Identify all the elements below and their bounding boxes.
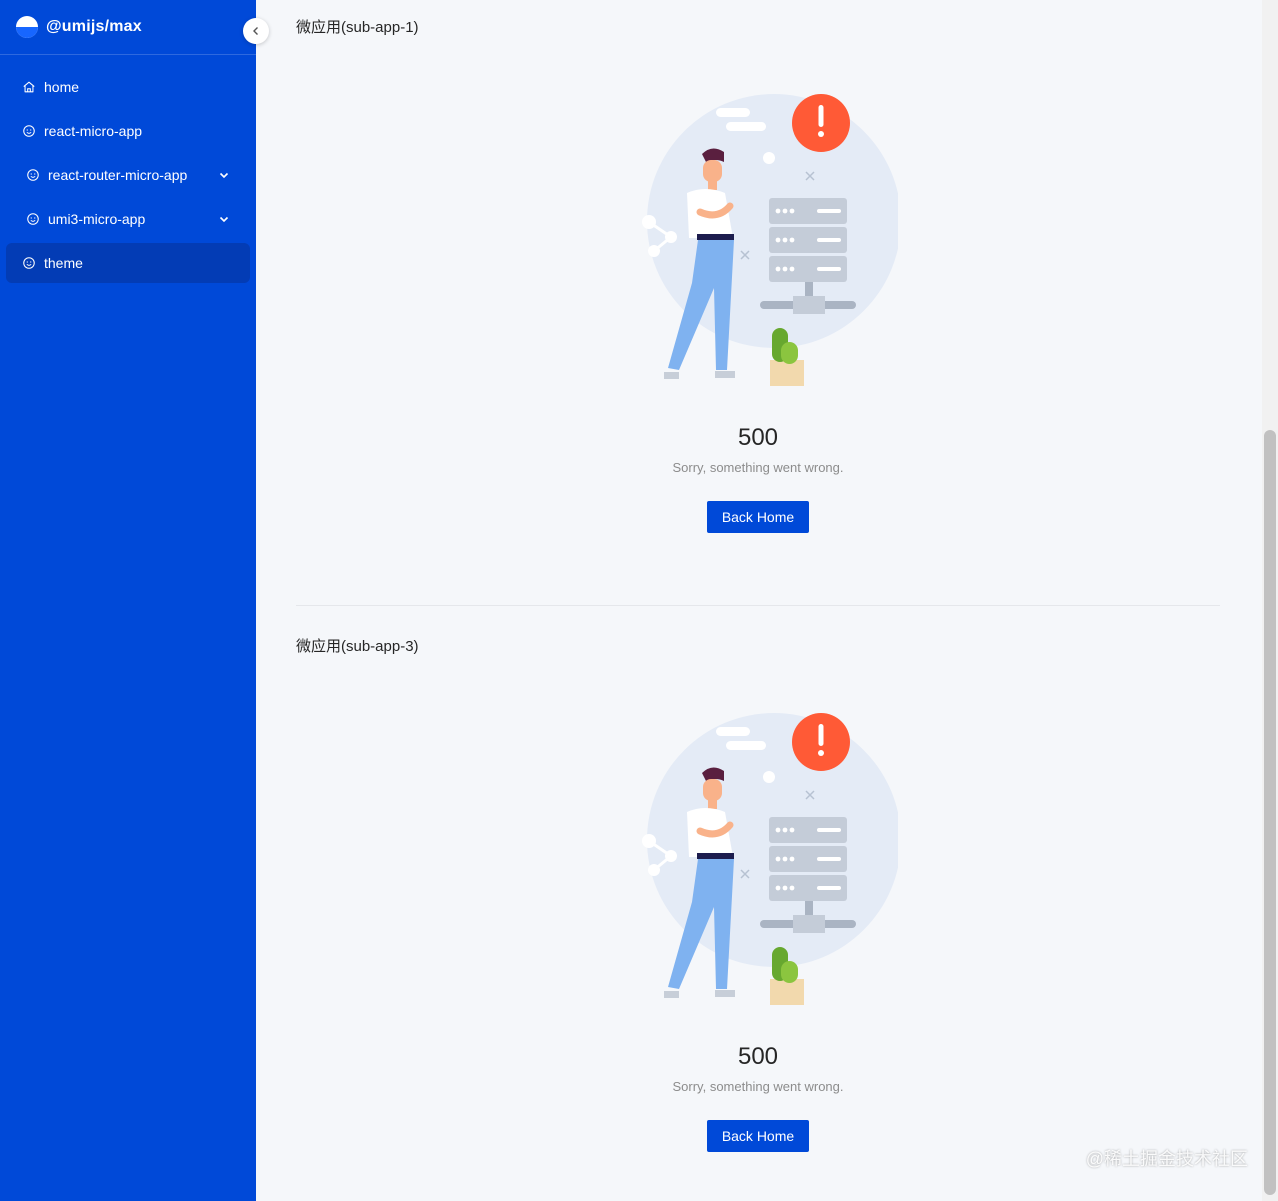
sidebar-item-react-micro-app[interactable]: react-micro-app bbox=[6, 111, 250, 151]
home-icon bbox=[22, 80, 36, 94]
server-error-illustration bbox=[642, 94, 898, 386]
brand[interactable]: @umijs/max bbox=[0, 0, 256, 55]
section-title: 微应用(sub-app-3) bbox=[296, 638, 419, 655]
vertical-scrollbar[interactable] bbox=[1262, 0, 1278, 1201]
watermark: @稀土掘金技术社区 bbox=[1085, 1149, 1248, 1169]
micro-app-section: 微应用(sub-app-1) bbox=[296, 16, 1220, 37]
sidebar-item-react-router-micro-app[interactable]: react-router-micro-app bbox=[6, 155, 250, 195]
server-error-illustration bbox=[642, 713, 898, 1005]
micro-app-section: 微应用(sub-app-3) bbox=[296, 635, 1220, 656]
app-title: @umijs/max bbox=[46, 18, 142, 35]
sidebar-item-theme[interactable]: theme bbox=[6, 243, 250, 283]
main-content: 微应用(sub-app-1) 500 Sorry, something went… bbox=[256, 0, 1262, 1201]
result-subtitle: Sorry, something went wrong. bbox=[672, 1079, 844, 1094]
sidebar-item-home[interactable]: home bbox=[6, 67, 250, 107]
sidebar-item-label: react-micro-app bbox=[44, 123, 143, 139]
sidebar-collapse-button[interactable] bbox=[243, 18, 269, 44]
smile-icon bbox=[22, 124, 36, 138]
sidebar-item-label: umi3-micro-app bbox=[48, 211, 146, 227]
section-divider bbox=[296, 605, 1220, 606]
sidebar-item-label: react-router-micro-app bbox=[48, 167, 188, 183]
back-home-button[interactable]: Back Home bbox=[706, 1120, 810, 1152]
chevron-down-icon[interactable] bbox=[218, 213, 230, 225]
smile-icon bbox=[26, 212, 40, 226]
smile-icon bbox=[22, 256, 36, 270]
chevron-left-icon bbox=[253, 27, 258, 35]
scrollbar-thumb[interactable] bbox=[1264, 430, 1276, 1195]
chevron-down-icon[interactable] bbox=[218, 169, 230, 181]
sidebar-item-label: theme bbox=[44, 255, 83, 271]
error-result: 500 Sorry, something went wrong. Back Ho… bbox=[296, 707, 1220, 1152]
result-subtitle: Sorry, something went wrong. bbox=[672, 460, 844, 475]
section-title: 微应用(sub-app-1) bbox=[296, 19, 419, 36]
sidebar-item-umi3-micro-app[interactable]: umi3-micro-app bbox=[6, 199, 250, 239]
result-status: 500 bbox=[737, 1043, 779, 1070]
sidebar-menu: home react-micro-app react-router-micro-… bbox=[0, 55, 256, 283]
error-result: 500 Sorry, something went wrong. Back Ho… bbox=[296, 88, 1220, 533]
result-status: 500 bbox=[737, 424, 779, 451]
sidebar: @umijs/max home react-micro-app react-ro… bbox=[0, 0, 256, 1201]
smile-icon bbox=[26, 168, 40, 182]
sidebar-item-label: home bbox=[44, 79, 80, 95]
back-home-button[interactable]: Back Home bbox=[706, 501, 810, 533]
logo-icon bbox=[16, 16, 38, 38]
